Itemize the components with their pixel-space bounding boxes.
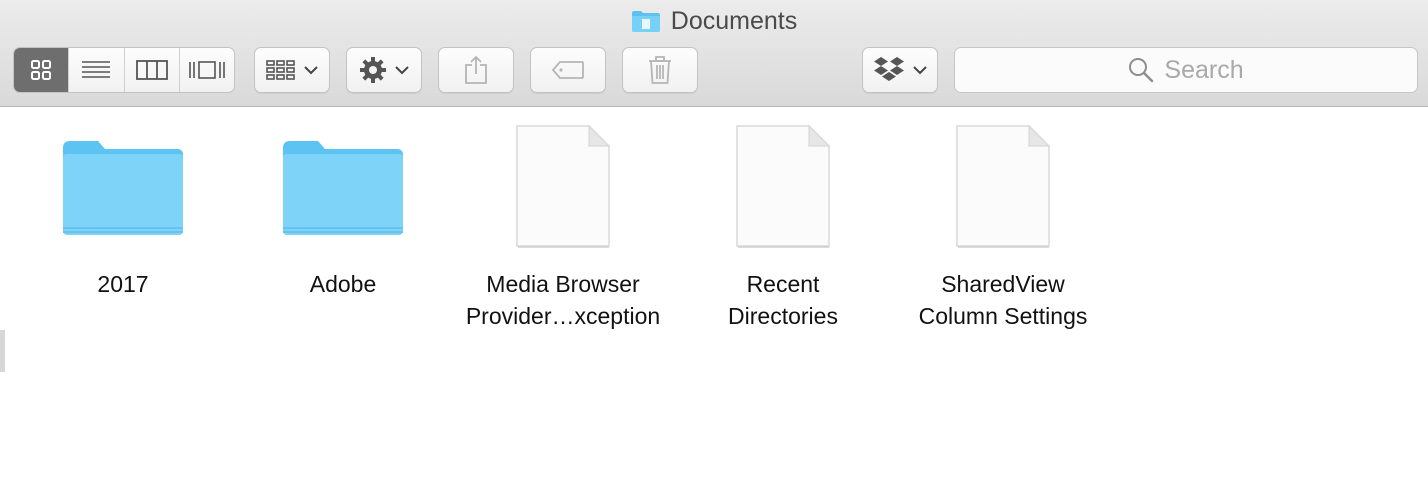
action-button[interactable] (346, 47, 422, 93)
file-label-line: Column Settings (918, 303, 1088, 329)
dropbox-icon (874, 57, 904, 81)
folder-item[interactable]: 2017 (13, 118, 233, 300)
search-placeholder: Search (1164, 55, 1244, 84)
file-label: Recent Directories (673, 268, 893, 332)
list-icon (82, 61, 111, 78)
search-icon (1129, 58, 1154, 83)
document-icon (516, 124, 611, 248)
toolbar: Documents Search (0, 0, 1428, 107)
column-view-button[interactable] (123, 48, 179, 92)
columns-icon (135, 60, 168, 80)
folder-item[interactable]: Adobe (233, 118, 453, 300)
trash-icon (649, 56, 671, 84)
file-label: Media Browser Provider…xception (453, 268, 673, 332)
file-label: Adobe (233, 268, 453, 300)
file-label-line: Adobe (309, 271, 377, 297)
document-icon (956, 124, 1051, 248)
file-label-line: SharedView (941, 271, 1065, 297)
view-mode-segmented-control (13, 47, 235, 93)
file-label-line: Directories (728, 303, 838, 329)
folder-icon (63, 141, 183, 235)
window-resize-edge[interactable] (0, 330, 5, 372)
chevron-down-icon (304, 66, 318, 75)
window-title-text: Documents (670, 6, 798, 35)
gear-icon (360, 57, 386, 83)
arrange-grid-icon (266, 60, 295, 80)
icon-view-button[interactable] (14, 48, 69, 92)
documents-folder-icon (631, 11, 660, 32)
list-view-button[interactable] (68, 48, 123, 92)
cover-flow-icon (189, 61, 225, 79)
tag-icon (551, 61, 584, 79)
search-field[interactable]: Search (954, 47, 1418, 93)
tag-button[interactable] (530, 47, 606, 93)
arrange-button[interactable] (254, 47, 330, 93)
file-label-line: Provider…xception (465, 303, 661, 329)
chevron-down-icon (395, 66, 409, 75)
folder-icon (283, 141, 403, 235)
file-label: 2017 (13, 268, 233, 300)
file-item[interactable]: Recent Directories (673, 118, 893, 332)
move-to-trash-button[interactable] (622, 47, 698, 93)
file-label-line: Recent (746, 271, 820, 297)
file-item[interactable]: SharedView Column Settings (893, 118, 1113, 332)
document-icon (736, 124, 831, 248)
dropbox-button[interactable] (862, 47, 938, 93)
share-button[interactable] (438, 47, 514, 93)
file-label: SharedView Column Settings (893, 268, 1113, 332)
window-title: Documents (0, 4, 1428, 38)
cover-flow-view-button[interactable] (178, 48, 234, 92)
file-label-line: 2017 (97, 271, 149, 297)
file-item[interactable]: Media Browser Provider…xception (453, 118, 673, 332)
share-icon (465, 55, 487, 84)
file-label-line: Media Browser (486, 271, 640, 297)
grid-icon (31, 60, 52, 80)
chevron-down-icon (913, 66, 927, 75)
